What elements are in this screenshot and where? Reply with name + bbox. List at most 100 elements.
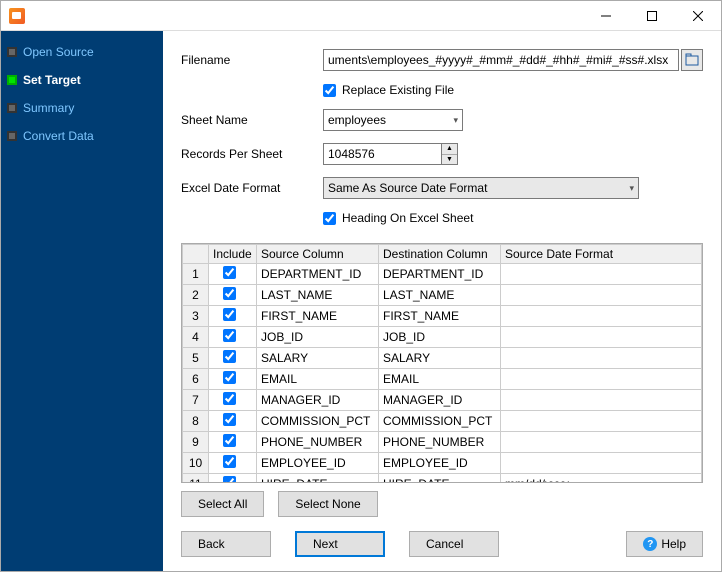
step-summary[interactable]: Summary [7, 101, 157, 115]
col-header-dest[interactable]: Destination Column [379, 245, 501, 264]
include-cell[interactable] [209, 453, 257, 474]
dest-column-cell[interactable]: SALARY [379, 348, 501, 369]
table-row[interactable]: 1DEPARTMENT_IDDEPARTMENT_ID [183, 264, 702, 285]
include-cell[interactable] [209, 432, 257, 453]
table-row[interactable]: 7MANAGER_IDMANAGER_ID [183, 390, 702, 411]
dest-column-cell[interactable]: LAST_NAME [379, 285, 501, 306]
include-cell[interactable] [209, 348, 257, 369]
table-row[interactable]: 3FIRST_NAMEFIRST_NAME [183, 306, 702, 327]
select-all-button[interactable]: Select All [181, 491, 264, 517]
dest-column-cell[interactable]: JOB_ID [379, 327, 501, 348]
include-checkbox[interactable] [223, 476, 236, 483]
include-checkbox[interactable] [223, 371, 236, 384]
close-button[interactable] [675, 1, 721, 31]
date-format-cell[interactable]: mm/dd/yyyy [501, 474, 702, 484]
maximize-button[interactable] [629, 1, 675, 31]
table-row[interactable]: 6EMAILEMAIL [183, 369, 702, 390]
minimize-button[interactable] [583, 1, 629, 31]
sheetname-combo[interactable]: employees ▾ [323, 109, 463, 131]
date-format-cell[interactable] [501, 432, 702, 453]
chevron-down-icon: ▾ [453, 115, 458, 126]
app-icon [9, 8, 25, 24]
dest-column-cell[interactable]: HIRE_DATE [379, 474, 501, 484]
date-format-cell[interactable] [501, 369, 702, 390]
include-cell[interactable] [209, 474, 257, 484]
date-format-cell[interactable] [501, 411, 702, 432]
include-checkbox[interactable] [223, 392, 236, 405]
back-button[interactable]: Back [181, 531, 271, 557]
source-column-cell[interactable]: LAST_NAME [257, 285, 379, 306]
include-cell[interactable] [209, 369, 257, 390]
include-cell[interactable] [209, 390, 257, 411]
help-icon: ? [643, 537, 657, 551]
include-checkbox[interactable] [223, 455, 236, 468]
date-format-cell[interactable] [501, 285, 702, 306]
heading-label: Heading On Excel Sheet [342, 211, 473, 225]
dest-column-cell[interactable]: DEPARTMENT_ID [379, 264, 501, 285]
include-cell[interactable] [209, 411, 257, 432]
step-open-source[interactable]: Open Source [7, 45, 157, 59]
table-row[interactable]: 4JOB_IDJOB_ID [183, 327, 702, 348]
row-header-corner [183, 245, 209, 264]
filename-input[interactable] [323, 49, 679, 71]
select-none-button[interactable]: Select None [278, 491, 377, 517]
col-header-include[interactable]: Include [209, 245, 257, 264]
next-button[interactable]: Next [295, 531, 385, 557]
include-checkbox[interactable] [223, 287, 236, 300]
cancel-button[interactable]: Cancel [409, 531, 499, 557]
source-column-cell[interactable]: HIRE_DATE [257, 474, 379, 484]
source-column-cell[interactable]: EMAIL [257, 369, 379, 390]
include-cell[interactable] [209, 327, 257, 348]
dest-column-cell[interactable]: EMPLOYEE_ID [379, 453, 501, 474]
date-format-cell[interactable] [501, 264, 702, 285]
source-column-cell[interactable]: EMPLOYEE_ID [257, 453, 379, 474]
source-column-cell[interactable]: DEPARTMENT_ID [257, 264, 379, 285]
source-column-cell[interactable]: FIRST_NAME [257, 306, 379, 327]
table-row[interactable]: 11HIRE_DATEHIRE_DATEmm/dd/yyyy [183, 474, 702, 484]
col-header-source[interactable]: Source Column [257, 245, 379, 264]
include-checkbox[interactable] [223, 329, 236, 342]
step-set-target[interactable]: Set Target [7, 73, 157, 87]
date-format-cell[interactable] [501, 453, 702, 474]
table-row[interactable]: 8COMMISSION_PCTCOMMISSION_PCT [183, 411, 702, 432]
dest-column-cell[interactable]: COMMISSION_PCT [379, 411, 501, 432]
dest-column-cell[interactable]: EMAIL [379, 369, 501, 390]
dateformat-combo[interactable]: Same As Source Date Format ▾ [323, 177, 639, 199]
browse-button[interactable] [681, 49, 703, 71]
source-column-cell[interactable]: SALARY [257, 348, 379, 369]
spinner-up-button[interactable]: ▲ [442, 144, 457, 155]
include-cell[interactable] [209, 306, 257, 327]
include-checkbox[interactable] [223, 308, 236, 321]
table-row[interactable]: 10EMPLOYEE_IDEMPLOYEE_ID [183, 453, 702, 474]
table-row[interactable]: 5SALARYSALARY [183, 348, 702, 369]
dest-column-cell[interactable]: MANAGER_ID [379, 390, 501, 411]
date-format-cell[interactable] [501, 390, 702, 411]
dest-column-cell[interactable]: PHONE_NUMBER [379, 432, 501, 453]
records-input[interactable] [323, 143, 441, 165]
include-checkbox[interactable] [223, 434, 236, 447]
source-column-cell[interactable]: MANAGER_ID [257, 390, 379, 411]
source-column-cell[interactable]: COMMISSION_PCT [257, 411, 379, 432]
records-spinner[interactable]: ▲ ▼ [323, 143, 458, 165]
step-convert-data[interactable]: Convert Data [7, 129, 157, 143]
date-format-cell[interactable] [501, 348, 702, 369]
include-checkbox[interactable] [223, 413, 236, 426]
help-button[interactable]: ? Help [626, 531, 703, 557]
include-checkbox[interactable] [223, 350, 236, 363]
date-format-cell[interactable] [501, 306, 702, 327]
source-column-cell[interactable]: PHONE_NUMBER [257, 432, 379, 453]
include-cell[interactable] [209, 285, 257, 306]
date-format-cell[interactable] [501, 327, 702, 348]
include-cell[interactable] [209, 264, 257, 285]
col-header-fmt[interactable]: Source Date Format [501, 245, 702, 264]
spinner-down-button[interactable]: ▼ [442, 155, 457, 165]
source-column-cell[interactable]: JOB_ID [257, 327, 379, 348]
include-checkbox[interactable] [223, 266, 236, 279]
table-row[interactable]: 2LAST_NAMELAST_NAME [183, 285, 702, 306]
columns-table[interactable]: Include Source Column Destination Column… [181, 243, 703, 483]
heading-checkbox[interactable] [323, 212, 336, 225]
dest-column-cell[interactable]: FIRST_NAME [379, 306, 501, 327]
replace-file-checkbox[interactable] [323, 84, 336, 97]
sheetname-value: employees [328, 113, 386, 127]
table-row[interactable]: 9PHONE_NUMBERPHONE_NUMBER [183, 432, 702, 453]
